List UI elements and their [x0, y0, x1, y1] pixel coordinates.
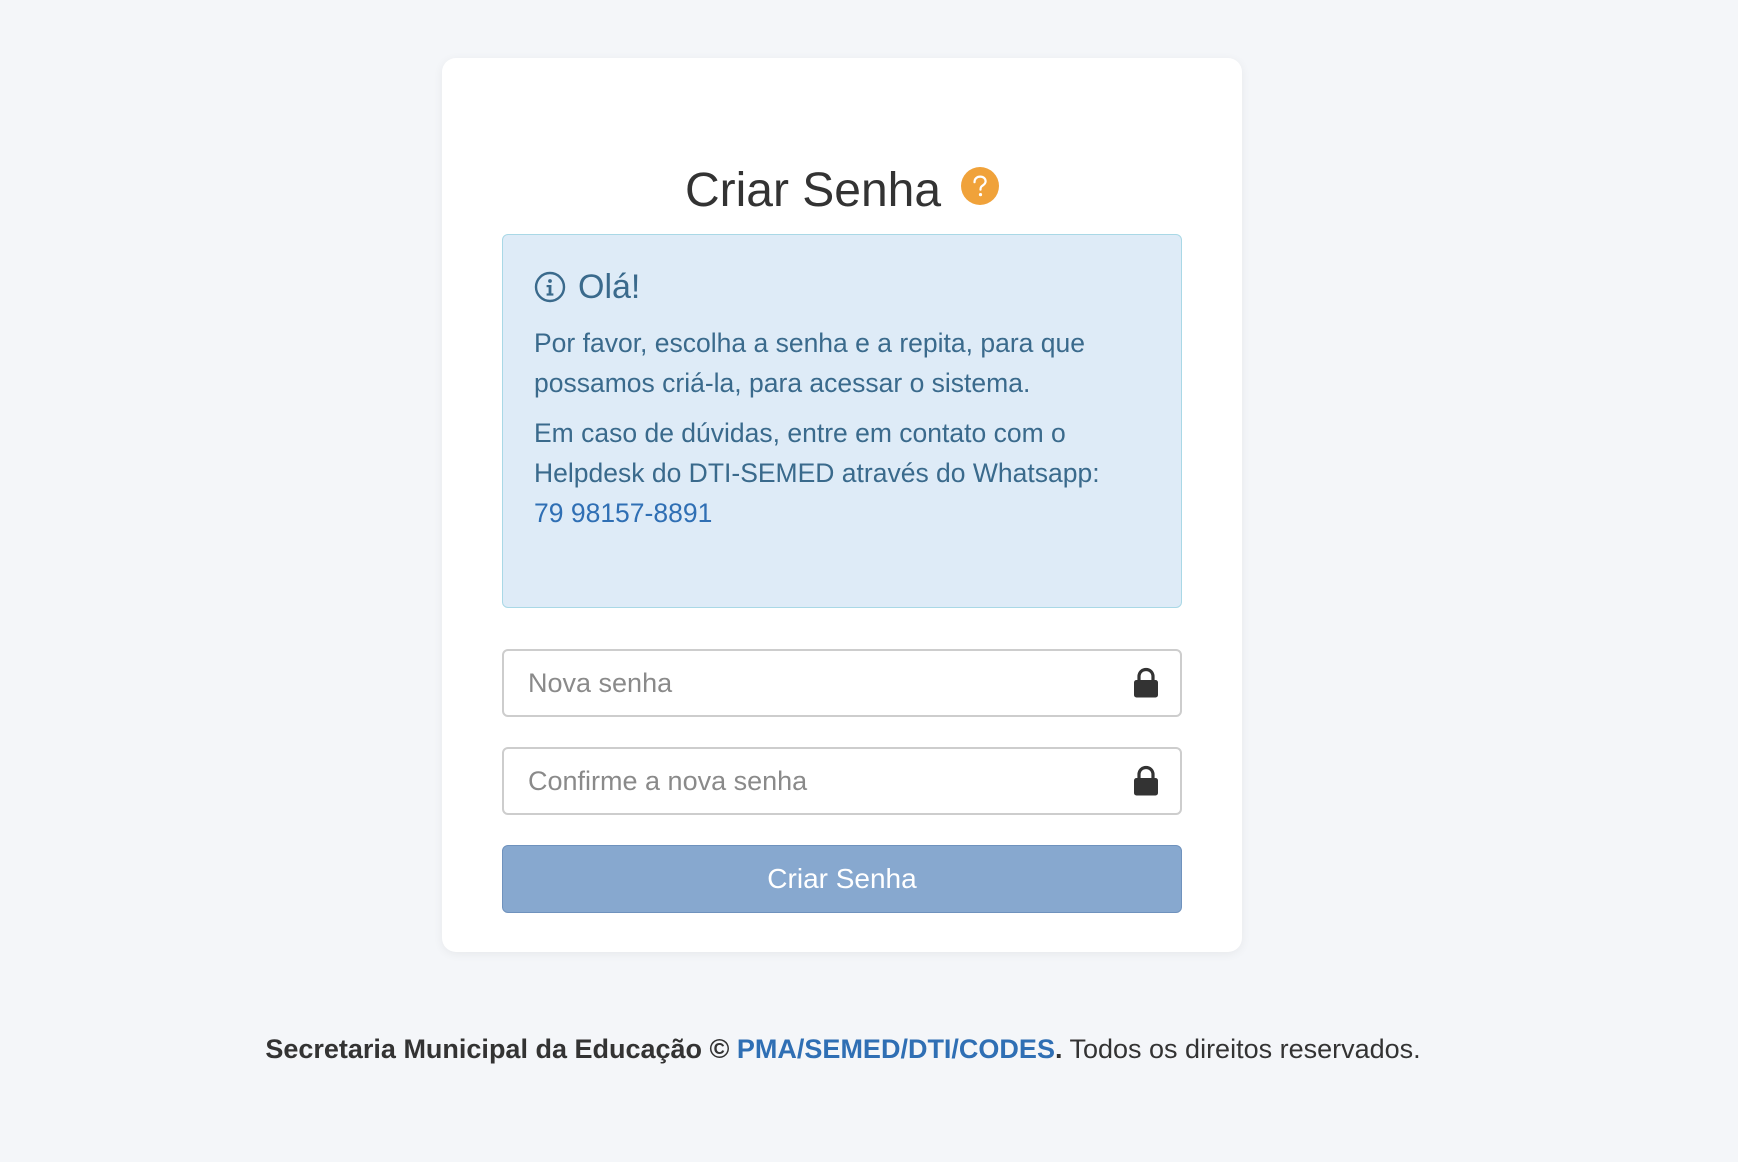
create-password-button[interactable]: Criar Senha [502, 845, 1182, 913]
page-title: Criar Senha [684, 164, 942, 217]
footer: Secretaria Municipal da Educação © PMA/S… [0, 1034, 1686, 1065]
alert-heading: Olá! [578, 268, 641, 306]
alert-contact-text: Em caso de dúvidas, entre em contato com… [534, 418, 1100, 488]
create-password-card: Criar Senha Olá! Por favor, escolha a se… [442, 58, 1242, 952]
confirm-password-input[interactable] [504, 749, 1132, 813]
whatsapp-phone-link[interactable]: 79 98157-8891 [534, 498, 712, 528]
lock-icon [1132, 667, 1160, 699]
info-alert: Olá! Por favor, escolha a senha e a repi… [502, 234, 1182, 608]
title-row: Criar Senha [442, 156, 1242, 226]
lock-icon [1132, 765, 1160, 797]
alert-header: Olá! [534, 265, 1151, 309]
new-password-field [502, 649, 1182, 717]
confirm-password-field [502, 747, 1182, 815]
info-circle-icon [534, 271, 566, 303]
footer-org: Secretaria Municipal da Educação © [265, 1034, 730, 1064]
footer-rights: Todos os direitos reservados. [1062, 1034, 1421, 1064]
footer-link[interactable]: PMA/SEMED/DTI/CODES [737, 1034, 1055, 1064]
question-circle-icon[interactable] [961, 167, 1000, 205]
alert-instructions: Por favor, escolha a senha e a repita, p… [534, 328, 1085, 398]
alert-contact: Em caso de dúvidas, entre em contato com… [534, 413, 1134, 533]
new-password-input[interactable] [504, 651, 1132, 715]
